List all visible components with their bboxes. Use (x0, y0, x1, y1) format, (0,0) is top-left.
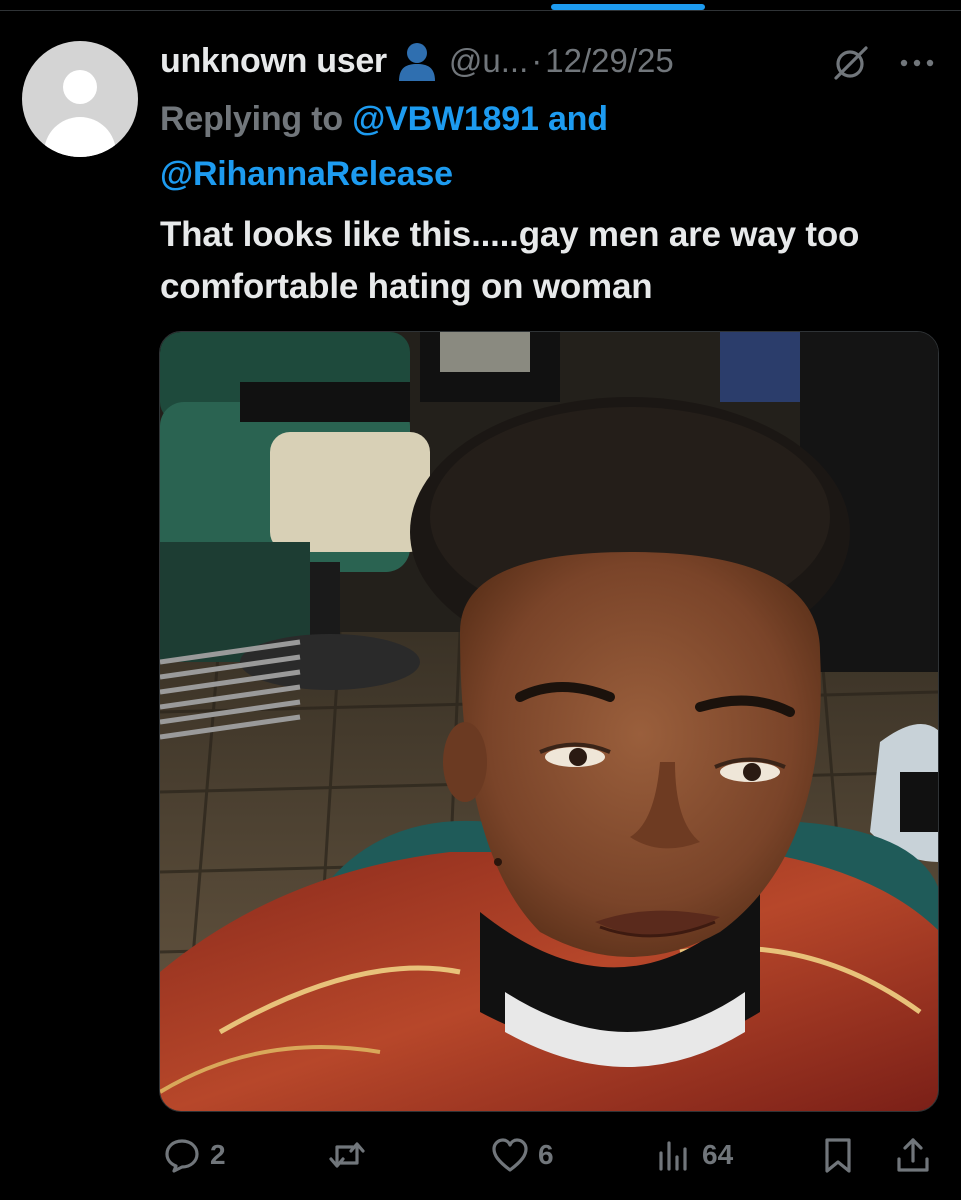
like-button[interactable]: 6 (490, 1130, 554, 1180)
reply-bubble-icon (165, 1139, 199, 1173)
active-tab-indicator (551, 4, 705, 10)
person-silhouette-icon (395, 39, 439, 83)
mention-link[interactable]: @VBW1891 (352, 100, 539, 138)
like-count: 6 (538, 1139, 554, 1170)
repost-arrows-icon (329, 1142, 365, 1168)
grok-icon[interactable] (832, 44, 870, 82)
replying-joiner: and (547, 100, 608, 138)
replying-prefix: Replying to (160, 100, 343, 138)
tweet-action-bar: 2 6 64 (0, 1130, 961, 1180)
barbershop-selfie-illustration (160, 332, 938, 1111)
reply-count: 2 (210, 1139, 226, 1170)
tweet-header: unknown user @u... · 12/29/25 (160, 36, 674, 86)
share-upload-icon (897, 1138, 929, 1172)
tweet-photo[interactable] (159, 331, 939, 1112)
header-separator: · (531, 42, 543, 79)
bookmark-icon (825, 1138, 851, 1173)
views-count: 64 (702, 1139, 734, 1170)
bookmark-button[interactable] (818, 1130, 858, 1180)
share-button[interactable] (893, 1130, 933, 1180)
avatar-head-shape (63, 70, 97, 104)
tweet-body-text: That looks like this.....gay men are way… (160, 215, 860, 306)
replying-to-line: Replying to @VBW1891 and @RihannaRelease (160, 92, 940, 202)
display-name[interactable]: unknown user (160, 42, 387, 81)
mention-link[interactable]: @RihannaRelease (160, 155, 453, 193)
avatar[interactable] (22, 41, 138, 157)
tweet-date[interactable]: 12/29/25 (545, 42, 673, 80)
bar-chart-icon (659, 1141, 687, 1171)
repost-button[interactable] (327, 1130, 375, 1180)
user-handle[interactable]: @u... (449, 42, 528, 80)
more-options-icon[interactable] (898, 56, 936, 68)
reply-button[interactable]: 2 (162, 1130, 226, 1180)
top-divider (0, 10, 961, 11)
views-button[interactable]: 64 (654, 1130, 733, 1180)
heart-icon (492, 1138, 528, 1172)
avatar-body-shape (44, 117, 116, 157)
